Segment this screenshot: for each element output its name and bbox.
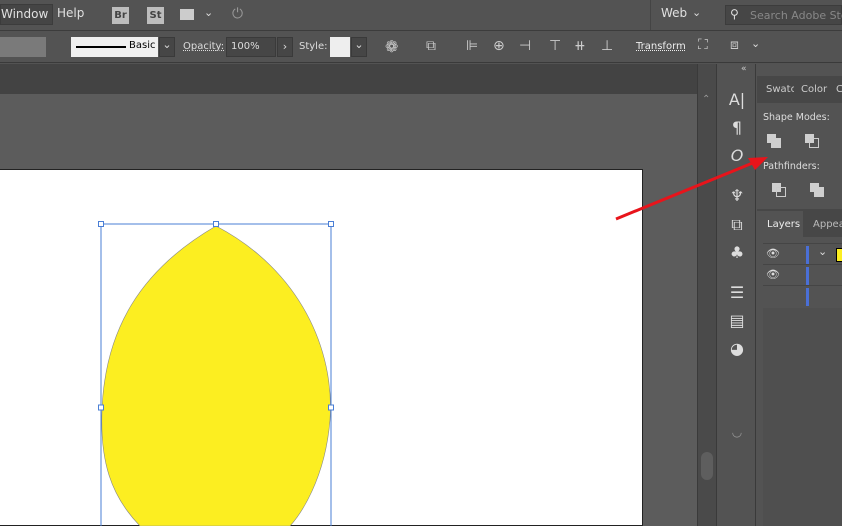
handle-top-right[interactable] — [328, 221, 334, 227]
opentype-icon[interactable]: O — [726, 145, 748, 167]
misc-icon[interactable]: ◡ — [726, 421, 748, 443]
chevron-down-icon[interactable]: ⌄ — [751, 37, 760, 50]
minus-front-icon[interactable] — [805, 134, 819, 148]
brushes-icon[interactable]: ♆ — [726, 185, 748, 207]
isolate-group-icon[interactable]: ⛶ — [698, 37, 708, 53]
tab-layers[interactable]: Layers — [767, 219, 800, 230]
tab-swatches[interactable]: Swatches — [766, 84, 794, 95]
visibility-eye-icon[interactable]: 👁 — [766, 247, 780, 260]
search-placeholder: Search Adobe Stock — [750, 9, 842, 22]
panel-tab-bar: Swatches Color C — [757, 76, 842, 103]
search-icon: ⚲ — [730, 7, 739, 21]
layer-row[interactable] — [763, 286, 842, 307]
scroll-up-icon[interactable]: ⌃ — [702, 94, 710, 105]
search-input[interactable]: ⚲ Search Adobe Stock — [725, 5, 842, 25]
shape-modes-label: Shape Modes: — [763, 112, 830, 123]
select-similar-icon[interactable]: ⧈ — [730, 37, 739, 53]
scrollbar-thumb[interactable] — [701, 452, 713, 480]
transparency-icon[interactable]: ◕ — [726, 338, 748, 360]
tab-color[interactable]: Color — [801, 84, 827, 95]
collapse-icon[interactable]: « — [741, 64, 747, 74]
tab-appearance[interactable]: Appearance — [813, 219, 842, 230]
gradient-icon[interactable]: ▤ — [726, 310, 748, 332]
vertical-scrollbar[interactable]: ⌃ — [697, 64, 716, 526]
layer-row[interactable]: 👁 — [763, 265, 842, 286]
layer-thumbnail — [836, 248, 842, 262]
visibility-eye-icon[interactable]: 👁 — [766, 268, 780, 281]
yellow-leaf-shape[interactable] — [101, 225, 331, 526]
trim-icon[interactable] — [810, 183, 824, 197]
artwork-layer — [98, 221, 334, 526]
pathfinders-label: Pathfinders: — [763, 161, 820, 172]
character-icon[interactable]: A| — [726, 89, 748, 111]
handle-middle-left[interactable] — [98, 404, 104, 411]
pathfinder-panel: Swatches Color C Shape Modes: Pathfinder… — [757, 76, 842, 526]
layer-row[interactable]: 👁 ⌄ — [763, 244, 842, 265]
paragraph-icon[interactable]: ¶ — [726, 117, 748, 139]
layers-tab-bar: Layers Appearance — [757, 209, 842, 237]
tab-color-guide[interactable]: C — [836, 84, 842, 95]
divide-icon[interactable] — [772, 183, 786, 197]
collapsed-panel-dock: « A| ¶ O ♆ ⧉ ♣ ☰ ▤ ◕ ◡ — [716, 64, 756, 526]
layers-list: 👁 ⌄ 👁 — [763, 243, 842, 307]
expand-chevron-icon[interactable]: ⌄ — [818, 245, 827, 258]
unite-icon[interactable] — [767, 134, 781, 148]
pathfinder-icon[interactable]: ⧉ — [726, 214, 748, 236]
handle-top-center[interactable] — [213, 221, 219, 227]
handle-top-left[interactable] — [98, 221, 104, 227]
handle-middle-right[interactable] — [328, 404, 334, 411]
symbols-icon[interactable]: ♣ — [726, 242, 748, 264]
stroke-icon[interactable]: ☰ — [726, 282, 748, 304]
layers-empty-area — [763, 308, 842, 526]
